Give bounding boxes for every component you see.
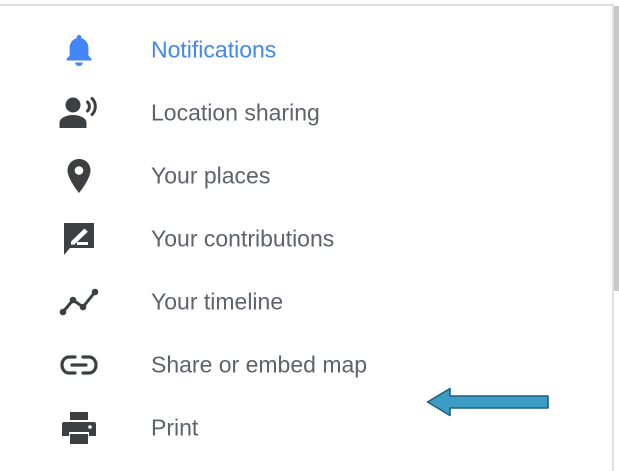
menu-item-your-contributions[interactable]: Your contributions: [0, 207, 612, 270]
menu-item-label: Your contributions: [151, 225, 335, 251]
menu-item-label: Notifications: [151, 36, 277, 62]
place-pin-icon: [56, 156, 102, 196]
menu-item-label: Share or embed map: [151, 351, 368, 377]
bell-icon: [56, 30, 102, 70]
menu-item-label: Print: [151, 414, 199, 440]
menu-item-location-sharing[interactable]: Location sharing: [0, 81, 612, 144]
menu-item-notifications[interactable]: Notifications: [0, 18, 612, 81]
scrollbar-thumb[interactable]: [614, 6, 619, 291]
print-icon: [56, 408, 102, 448]
menu-item-your-places[interactable]: Your places: [0, 144, 612, 207]
menu-item-label: Your places: [151, 162, 271, 188]
top-divider: [0, 4, 613, 6]
menu-item-your-timeline[interactable]: Your timeline: [0, 270, 612, 333]
link-icon: [56, 345, 102, 385]
left-arrow-annotation: [426, 387, 549, 417]
menu-item-label: Location sharing: [151, 99, 320, 125]
location-sharing-icon: [56, 93, 102, 133]
menu-item-label: Your timeline: [151, 288, 284, 314]
contributions-icon: [56, 219, 102, 259]
timeline-icon: [56, 282, 102, 322]
menu-panel: Notifications Location sharing Your plac…: [0, 0, 619, 471]
